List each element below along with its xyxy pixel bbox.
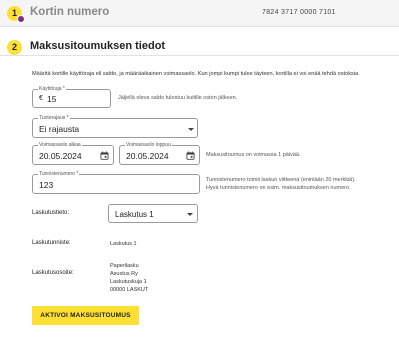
billing-address-line: Laskutuskuja 1 — [110, 279, 147, 285]
status-dot-icon — [17, 15, 25, 23]
chevron-down-icon — [188, 128, 194, 131]
identifier-input[interactable]: Tunnistenumero * 123 — [32, 171, 200, 194]
step-number-badge: 2 — [7, 40, 22, 55]
validity-helper: Maksusitoumus on voimassa 1 päivää. — [206, 152, 301, 158]
valid-from-value: 20.05.2024 — [39, 151, 82, 161]
limit-helper: Jäljellä oleva saldo tulostuu kuitille o… — [118, 95, 238, 101]
billing-address-label: Laskutusosoite: — [32, 270, 74, 276]
product-limit-select[interactable]: Tuoterajaus * Ei rajausta — [32, 115, 198, 138]
billing-address-line: 00000 LASKUT — [110, 287, 149, 293]
valid-to-label: Voimassaolo loppuu — [125, 142, 172, 149]
valid-to-input[interactable]: Voimassaolo loppuu 20.05.2024 — [119, 142, 200, 165]
billing-info-label: Laskutustieto: — [32, 210, 70, 216]
card-number-value: 7824 3717 0000 7101 — [262, 9, 336, 16]
chevron-down-icon — [187, 213, 193, 216]
activate-commitment-button[interactable]: AKTIVOI MAKSUSITOUMUS — [32, 306, 139, 325]
intro-text: Määritä kortille käyttöraja eli saldo, j… — [32, 71, 360, 77]
valid-to-value: 20.05.2024 — [126, 151, 169, 161]
step-title: Kortin numero — [30, 6, 110, 18]
billing-address-line: Asustus Ry — [110, 271, 138, 277]
limit-value: 15 — [47, 94, 57, 104]
valid-from-input[interactable]: Voimassaolo alkaa 20.05.2024 — [32, 142, 114, 165]
step-card-number[interactable]: 1 Kortin numero 7824 3717 0000 7101 — [0, 0, 399, 27]
identifier-helper-line2: Hyvä tunnistenumero on esim. maksusitoum… — [206, 185, 351, 191]
limit-input[interactable]: Käyttöraja * € 15 — [32, 86, 111, 108]
valid-from-label: Voimassaolo alkaa — [38, 142, 82, 149]
product-limit-label: Tuoterajaus * — [38, 115, 70, 122]
billing-address-line: Paperilasku — [110, 263, 139, 269]
product-limit-value: Ei rajausta — [39, 124, 80, 134]
billing-id-value: Laskutus 1 — [110, 241, 137, 247]
billing-id-label: Laskutunniste: — [32, 240, 71, 246]
step-commitment-details: 2 Maksusitoumuksen tiedot — [0, 28, 399, 56]
billing-info-value: Laskutus 1 — [115, 210, 154, 219]
currency-symbol: € — [39, 95, 43, 102]
limit-label: Käyttöraja * — [38, 86, 66, 93]
calendar-icon[interactable] — [100, 151, 109, 160]
step-title: Maksusitoumuksen tiedot — [30, 40, 166, 52]
identifier-label: Tunnistenumero * — [38, 171, 80, 178]
billing-info-select[interactable]: Laskutus 1 — [108, 204, 198, 223]
identifier-helper-line1: Tunnistenumero toimii laskun viitteenä (… — [206, 177, 356, 183]
calendar-icon[interactable] — [186, 151, 195, 160]
identifier-value: 123 — [39, 180, 54, 190]
